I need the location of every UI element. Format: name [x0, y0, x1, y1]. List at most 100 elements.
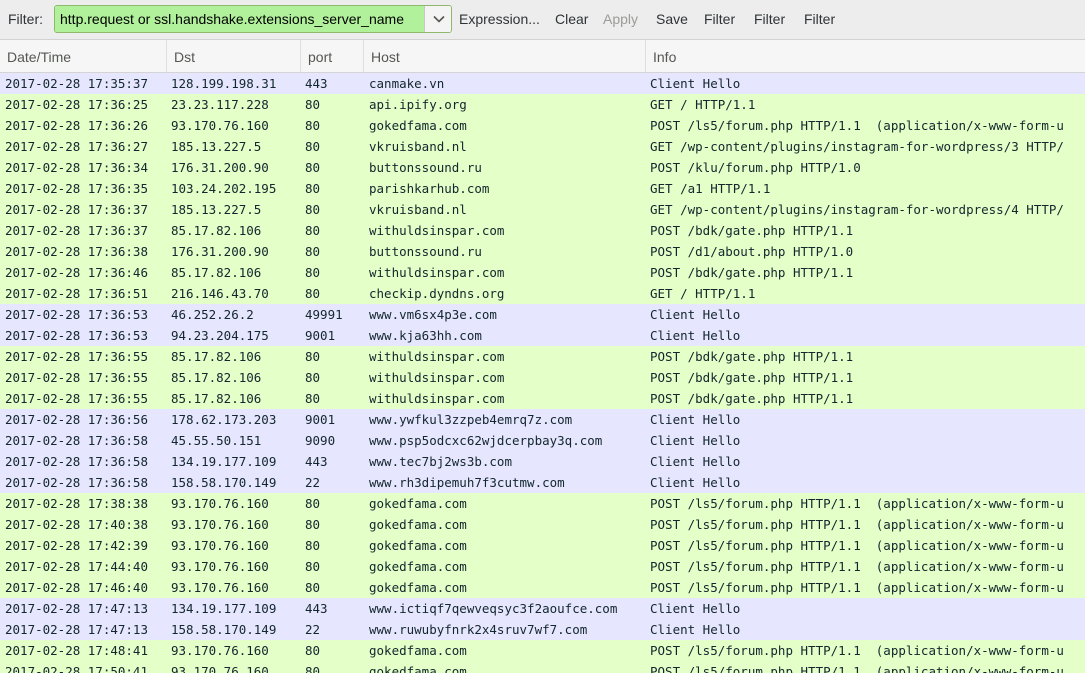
packet-row[interactable]: 2017-02-28 17:38:38 93.170.76.160 80 gokedf… — [0, 493, 1085, 514]
cell-port: 443 — [305, 454, 328, 469]
packet-row[interactable]: 2017-02-28 17:42:39 93.170.76.160 80 gokedf… — [0, 535, 1085, 556]
cell-dst: 93.170.76.160 — [171, 538, 269, 553]
cell-datetime: 2017-02-28 17:48:41 — [5, 643, 148, 658]
column-header-datetime[interactable]: Date/Time — [0, 40, 167, 72]
cell-datetime: 2017-02-28 17:36:35 — [5, 181, 148, 196]
filter-button-3[interactable]: Filter — [804, 11, 835, 27]
packet-row[interactable]: 2017-02-28 17:36:55 85.17.82.106 80 withuld… — [0, 388, 1085, 409]
packet-list-header: Date/Time Dst port Host Info — [0, 40, 1085, 73]
expression-button[interactable]: Expression... — [459, 11, 540, 27]
packet-row[interactable]: 2017-02-28 17:36:37 185.13.227.5 80 vkruisb… — [0, 199, 1085, 220]
cell-host: buttonssound.ru — [369, 244, 482, 259]
packet-row[interactable]: 2017-02-28 17:36:55 85.17.82.106 80 withuld… — [0, 367, 1085, 388]
chevron-down-icon — [432, 15, 445, 23]
cell-datetime: 2017-02-28 17:36:46 — [5, 265, 148, 280]
packet-row[interactable]: 2017-02-28 17:36:26 93.170.76.160 80 gokedf… — [0, 115, 1085, 136]
cell-datetime: 2017-02-28 17:36:34 — [5, 160, 148, 175]
cell-datetime: 2017-02-28 17:40:38 — [5, 517, 148, 532]
cell-dst: 93.170.76.160 — [171, 643, 269, 658]
packet-row[interactable]: 2017-02-28 17:35:37 128.199.198.31 443 canm… — [0, 73, 1085, 94]
cell-port: 80 — [305, 643, 321, 658]
cell-host: www.vm6sx4p3e.com — [369, 307, 497, 322]
cell-info: POST /bdk/gate.php HTTP/1.1 — [650, 391, 854, 406]
apply-button[interactable]: Apply — [603, 11, 638, 27]
cell-info: Client Hello — [650, 412, 741, 427]
cell-port: 443 — [305, 601, 328, 616]
packet-row[interactable]: 2017-02-28 17:40:38 93.170.76.160 80 gokedf… — [0, 514, 1085, 535]
cell-dst: 103.24.202.195 — [171, 181, 277, 196]
cell-port: 22 — [305, 475, 321, 490]
packet-row[interactable]: 2017-02-28 17:47:13 158.58.170.149 22 www.r… — [0, 619, 1085, 640]
packet-row[interactable]: 2017-02-28 17:46:40 93.170.76.160 80 gokedf… — [0, 577, 1085, 598]
packet-row[interactable]: 2017-02-28 17:47:13 134.19.177.109 443 www.… — [0, 598, 1085, 619]
save-button[interactable]: Save — [656, 11, 688, 27]
cell-dst: 85.17.82.106 — [171, 391, 262, 406]
cell-dst: 176.31.200.90 — [171, 244, 269, 259]
packet-row[interactable]: 2017-02-28 17:36:35 103.24.202.195 80 paris… — [0, 178, 1085, 199]
packet-row[interactable]: 2017-02-28 17:36:56 178.62.173.203 9001 www… — [0, 409, 1085, 430]
cell-host: withuldsinspar.com — [369, 370, 505, 385]
cell-host: www.kja63hh.com — [369, 328, 482, 343]
cell-host: parishkarhub.com — [369, 181, 490, 196]
cell-host: gokedfama.com — [369, 517, 467, 532]
packet-row[interactable]: 2017-02-28 17:36:46 85.17.82.106 80 withuld… — [0, 262, 1085, 283]
cell-port: 80 — [305, 349, 321, 364]
cell-datetime: 2017-02-28 17:36:58 — [5, 454, 148, 469]
filter-label: Filter: — [8, 11, 43, 27]
cell-datetime: 2017-02-28 17:36:55 — [5, 391, 148, 406]
cell-datetime: 2017-02-28 17:36:53 — [5, 307, 148, 322]
cell-datetime: 2017-02-28 17:35:37 — [5, 76, 148, 91]
cell-datetime: 2017-02-28 17:36:38 — [5, 244, 148, 259]
cell-info: POST /d1/about.php HTTP/1.0 — [650, 244, 854, 259]
cell-host: withuldsinspar.com — [369, 391, 505, 406]
packet-row[interactable]: 2017-02-28 17:36:58 134.19.177.109 443 www.… — [0, 451, 1085, 472]
cell-dst: 185.13.227.5 — [171, 139, 262, 154]
packet-row[interactable]: 2017-02-28 17:36:58 158.58.170.149 22 www.r… — [0, 472, 1085, 493]
packet-row[interactable]: 2017-02-28 17:36:27 185.13.227.5 80 vkruisb… — [0, 136, 1085, 157]
packet-row[interactable]: 2017-02-28 17:36:38 176.31.200.90 80 button… — [0, 241, 1085, 262]
cell-datetime: 2017-02-28 17:36:27 — [5, 139, 148, 154]
cell-info: Client Hello — [650, 601, 741, 616]
cell-dst: 85.17.82.106 — [171, 349, 262, 364]
cell-info: POST /bdk/gate.php HTTP/1.1 — [650, 223, 854, 238]
cell-host: gokedfama.com — [369, 118, 467, 133]
packet-row[interactable]: 2017-02-28 17:36:34 176.31.200.90 80 button… — [0, 157, 1085, 178]
packet-list: 2017-02-28 17:35:37 128.199.198.31 443 canm… — [0, 73, 1085, 673]
filter-button-2[interactable]: Filter — [754, 11, 785, 27]
display-filter-combo[interactable] — [54, 5, 452, 33]
packet-row[interactable]: 2017-02-28 17:44:40 93.170.76.160 80 gokedf… — [0, 556, 1085, 577]
cell-port: 80 — [305, 181, 321, 196]
packet-row[interactable]: 2017-02-28 17:36:37 85.17.82.106 80 withuld… — [0, 220, 1085, 241]
cell-dst: 93.170.76.160 — [171, 664, 269, 673]
column-header-dst[interactable]: Dst — [167, 40, 301, 72]
cell-info: Client Hello — [650, 76, 741, 91]
cell-port: 80 — [305, 202, 321, 217]
filter-button-1[interactable]: Filter — [704, 11, 735, 27]
cell-datetime: 2017-02-28 17:50:41 — [5, 664, 148, 673]
column-header-port[interactable]: port — [301, 40, 364, 72]
display-filter-input[interactable] — [55, 6, 424, 32]
packet-row[interactable]: 2017-02-28 17:36:58 45.55.50.151 9090 www.p… — [0, 430, 1085, 451]
cell-info: Client Hello — [650, 475, 741, 490]
cell-port: 80 — [305, 244, 321, 259]
packet-row[interactable]: 2017-02-28 17:36:53 46.252.26.2 49991 www.v… — [0, 304, 1085, 325]
cell-info: POST /ls5/forum.php HTTP/1.1 (applicatio… — [650, 538, 1064, 553]
cell-dst: 85.17.82.106 — [171, 265, 262, 280]
column-header-info[interactable]: Info — [646, 40, 1085, 72]
packet-row[interactable]: 2017-02-28 17:36:25 23.23.117.228 80 api.ip… — [0, 94, 1085, 115]
cell-datetime: 2017-02-28 17:36:37 — [5, 202, 148, 217]
packet-row[interactable]: 2017-02-28 17:50:41 93.170.76.160 80 gokedf… — [0, 661, 1085, 673]
packet-row[interactable]: 2017-02-28 17:48:41 93.170.76.160 80 gokedf… — [0, 640, 1085, 661]
clear-button[interactable]: Clear — [555, 11, 588, 27]
packet-row[interactable]: 2017-02-28 17:36:53 94.23.204.175 9001 www.… — [0, 325, 1085, 346]
filter-dropdown-button[interactable] — [424, 6, 451, 32]
cell-host: www.tec7bj2ws3b.com — [369, 454, 512, 469]
cell-info: POST /ls5/forum.php HTTP/1.1 (applicatio… — [650, 496, 1064, 511]
cell-info: GET /wp-content/plugins/instagram-for-wo… — [650, 202, 1064, 217]
packet-row[interactable]: 2017-02-28 17:36:51 216.146.43.70 80 checki… — [0, 283, 1085, 304]
column-header-host[interactable]: Host — [364, 40, 646, 72]
cell-host: vkruisband.nl — [369, 202, 467, 217]
cell-info: POST /ls5/forum.php HTTP/1.1 (applicatio… — [650, 643, 1064, 658]
packet-row[interactable]: 2017-02-28 17:36:55 85.17.82.106 80 withuld… — [0, 346, 1085, 367]
cell-host: www.ywfkul3zzpeb4emrq7z.com — [369, 412, 573, 427]
